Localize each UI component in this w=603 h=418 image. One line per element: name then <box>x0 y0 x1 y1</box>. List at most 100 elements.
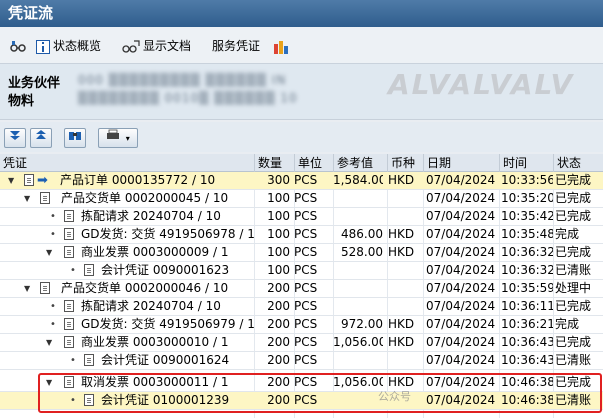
service-document-label: 服务凭证 <box>212 39 261 53</box>
window-title: 凭证流 <box>0 0 603 27</box>
expand-all-button[interactable] <box>4 128 26 148</box>
material-value: ▒▒▒▒▒▒▒▒ 0010▒ ▒▒▒▒▒▒ 10 <box>78 91 298 105</box>
service-document-button[interactable]: 服务凭证 <box>212 36 260 56</box>
row-unit: PCS <box>294 227 318 241</box>
info-icon <box>36 39 50 54</box>
col-header-status[interactable]: 状态 <box>553 154 603 172</box>
row-doc: GD发货: 交货 4919506978 / 1 <box>81 227 255 241</box>
row-unit: PCS <box>294 281 318 295</box>
row-time: 10:36:43 <box>501 353 553 367</box>
expanded-icon[interactable]: ▼ <box>46 244 52 261</box>
table-row[interactable]: ▼ 产品交货单 0002000046 / 10 200 PCS 07/04/20… <box>0 280 603 298</box>
leaf-bullet-icon: • <box>70 395 76 406</box>
col-header-qty[interactable]: 数量 <box>254 154 294 172</box>
table-row[interactable]: ▼ 商业发票 0003000009 / 1 100 PCS 528.00 HKD… <box>0 244 603 262</box>
row-cur <box>388 298 418 315</box>
toolbar: 状态概览 显示文档 服务凭证 <box>0 27 603 64</box>
expanded-icon[interactable]: ▼ <box>24 280 30 297</box>
table-row[interactable]: • 会计凭证 0090001623 100 PCS 07/04/2024 10:… <box>0 262 603 280</box>
chevron-down-icon: ▾ <box>125 134 130 143</box>
row-date: 07/04/2024 <box>426 299 496 313</box>
row-doc: 商业发票 0003000010 / 1 <box>81 335 229 349</box>
table-row[interactable]: • 会计凭证 0090001624 200 PCS 07/04/2024 10:… <box>0 352 603 370</box>
row-date: 07/04/2024 <box>426 317 496 331</box>
table-row[interactable]: • 拣配请求 20240704 / 10 200 PCS 07/04/2024 … <box>0 298 603 316</box>
row-qty: 300 <box>267 173 290 187</box>
row-ref: 1,056.00 <box>333 375 383 389</box>
col-header-cur[interactable]: 币种 <box>387 154 423 172</box>
row-unit: PCS <box>294 209 318 223</box>
row-date: 07/04/2024 <box>426 281 496 295</box>
row-cur: HKD <box>388 173 415 187</box>
row-status: 已清账 <box>555 263 592 277</box>
row-unit: PCS <box>294 375 318 389</box>
table-row[interactable]: • 拣配请求 20240704 / 10 100 PCS 07/04/2024 … <box>0 208 603 226</box>
row-status: 已清账 <box>555 393 592 407</box>
find-button[interactable] <box>64 128 86 148</box>
chart-button[interactable] <box>273 36 292 56</box>
col-header-ref[interactable]: 参考值 <box>333 154 387 172</box>
status-overview-label-button[interactable]: 状态概览 <box>36 36 101 56</box>
row-time: 10:35:42 <box>501 209 553 223</box>
print-button[interactable]: ▾ <box>98 128 138 148</box>
row-status: 已清账 <box>555 353 592 367</box>
row-unit: PCS <box>294 299 318 313</box>
row-doc: 取消发票 0003000011 / 1 <box>81 375 229 389</box>
row-date: 07/04/2024 <box>426 227 496 241</box>
table-row[interactable]: • GD发货: 交货 4919506978 / 1 100 PCS 486.00… <box>0 226 603 244</box>
row-qty: 100 <box>267 191 290 205</box>
row-unit: PCS <box>294 317 318 331</box>
row-doc: 拣配请求 20240704 / 10 <box>81 209 221 223</box>
document-icon <box>64 376 74 388</box>
status-overview-button[interactable] <box>10 36 29 56</box>
row-cur: HKD <box>388 335 415 349</box>
col-header-unit[interactable]: 单位 <box>294 154 333 172</box>
row-date: 07/04/2024 <box>426 191 496 205</box>
table-row[interactable]: ▼ 商业发票 0003000010 / 1 200 PCS 1,056.00 H… <box>0 334 603 352</box>
expanded-icon[interactable]: ▼ <box>46 374 52 391</box>
row-time: 10:35:48 <box>501 227 553 241</box>
current-document-arrow-icon: ➡ <box>37 173 48 188</box>
table-row[interactable]: ▼ ➡ 产品订单 0000135772 / 10 300 PCS 1,584.0… <box>0 172 603 190</box>
row-status: 已完成 <box>555 335 592 349</box>
display-document-button[interactable]: 显示文档 <box>122 36 191 56</box>
expanded-icon[interactable]: ▼ <box>46 334 52 351</box>
row-doc: 会计凭证 0100001239 <box>101 393 230 407</box>
expanded-icon[interactable]: ▼ <box>8 172 14 189</box>
leaf-bullet-icon: • <box>70 355 76 366</box>
alv-watermark: ALVALVALV <box>388 68 575 101</box>
row-date: 07/04/2024 <box>426 173 496 187</box>
row-date: 07/04/2024 <box>426 245 496 259</box>
row-date: 07/04/2024 <box>426 263 496 277</box>
glasses-icon <box>10 40 26 52</box>
row-cur <box>388 262 418 279</box>
row-qty: 200 <box>267 299 290 313</box>
table-row[interactable]: ▼ 产品交货单 0002000045 / 10 100 PCS 07/04/20… <box>0 190 603 208</box>
row-status: 已完成 <box>555 299 592 313</box>
document-icon <box>64 246 74 258</box>
row-date: 07/04/2024 <box>426 375 496 389</box>
row-date: 07/04/2024 <box>426 335 496 349</box>
collapse-all-button[interactable] <box>30 128 52 148</box>
table-row[interactable]: ▼ 取消发票 0003000011 / 1 200 PCS 1,056.00 H… <box>0 374 603 392</box>
document-icon <box>64 210 74 222</box>
row-doc: 产品交货单 0002000045 / 10 <box>61 191 229 205</box>
col-header-date[interactable]: 日期 <box>423 154 499 172</box>
document-icon <box>64 300 74 312</box>
table-row[interactable]: • GD发货: 交货 4919506979 / 1 200 PCS 972.00… <box>0 316 603 334</box>
row-status: 完成 <box>555 227 580 241</box>
expand-icon <box>10 131 20 140</box>
row-time: 10:35:59 <box>501 281 553 295</box>
row-cur <box>388 280 418 297</box>
row-status: 已完成 <box>555 191 592 205</box>
binoculars-icon <box>69 132 81 140</box>
expanded-icon[interactable]: ▼ <box>24 190 30 207</box>
row-time: 10:46:38 <box>501 393 553 407</box>
col-header-time[interactable]: 时间 <box>499 154 553 172</box>
table-row[interactable]: • 会计凭证 0100001239 200 PCS 07/04/2024 10:… <box>0 392 603 410</box>
row-time: 10:33:56 <box>501 173 553 187</box>
row-time: 10:36:32 <box>501 245 553 259</box>
col-header-doc[interactable]: 凭证 <box>0 154 254 172</box>
row-status: 完成 <box>555 317 580 331</box>
header-area: 业务伙伴 000 ▒▒▒▒▒▒▒▒▒ ▒▒▒▒▒▒ IN 物料 ▒▒▒▒▒▒▒▒… <box>0 64 603 120</box>
